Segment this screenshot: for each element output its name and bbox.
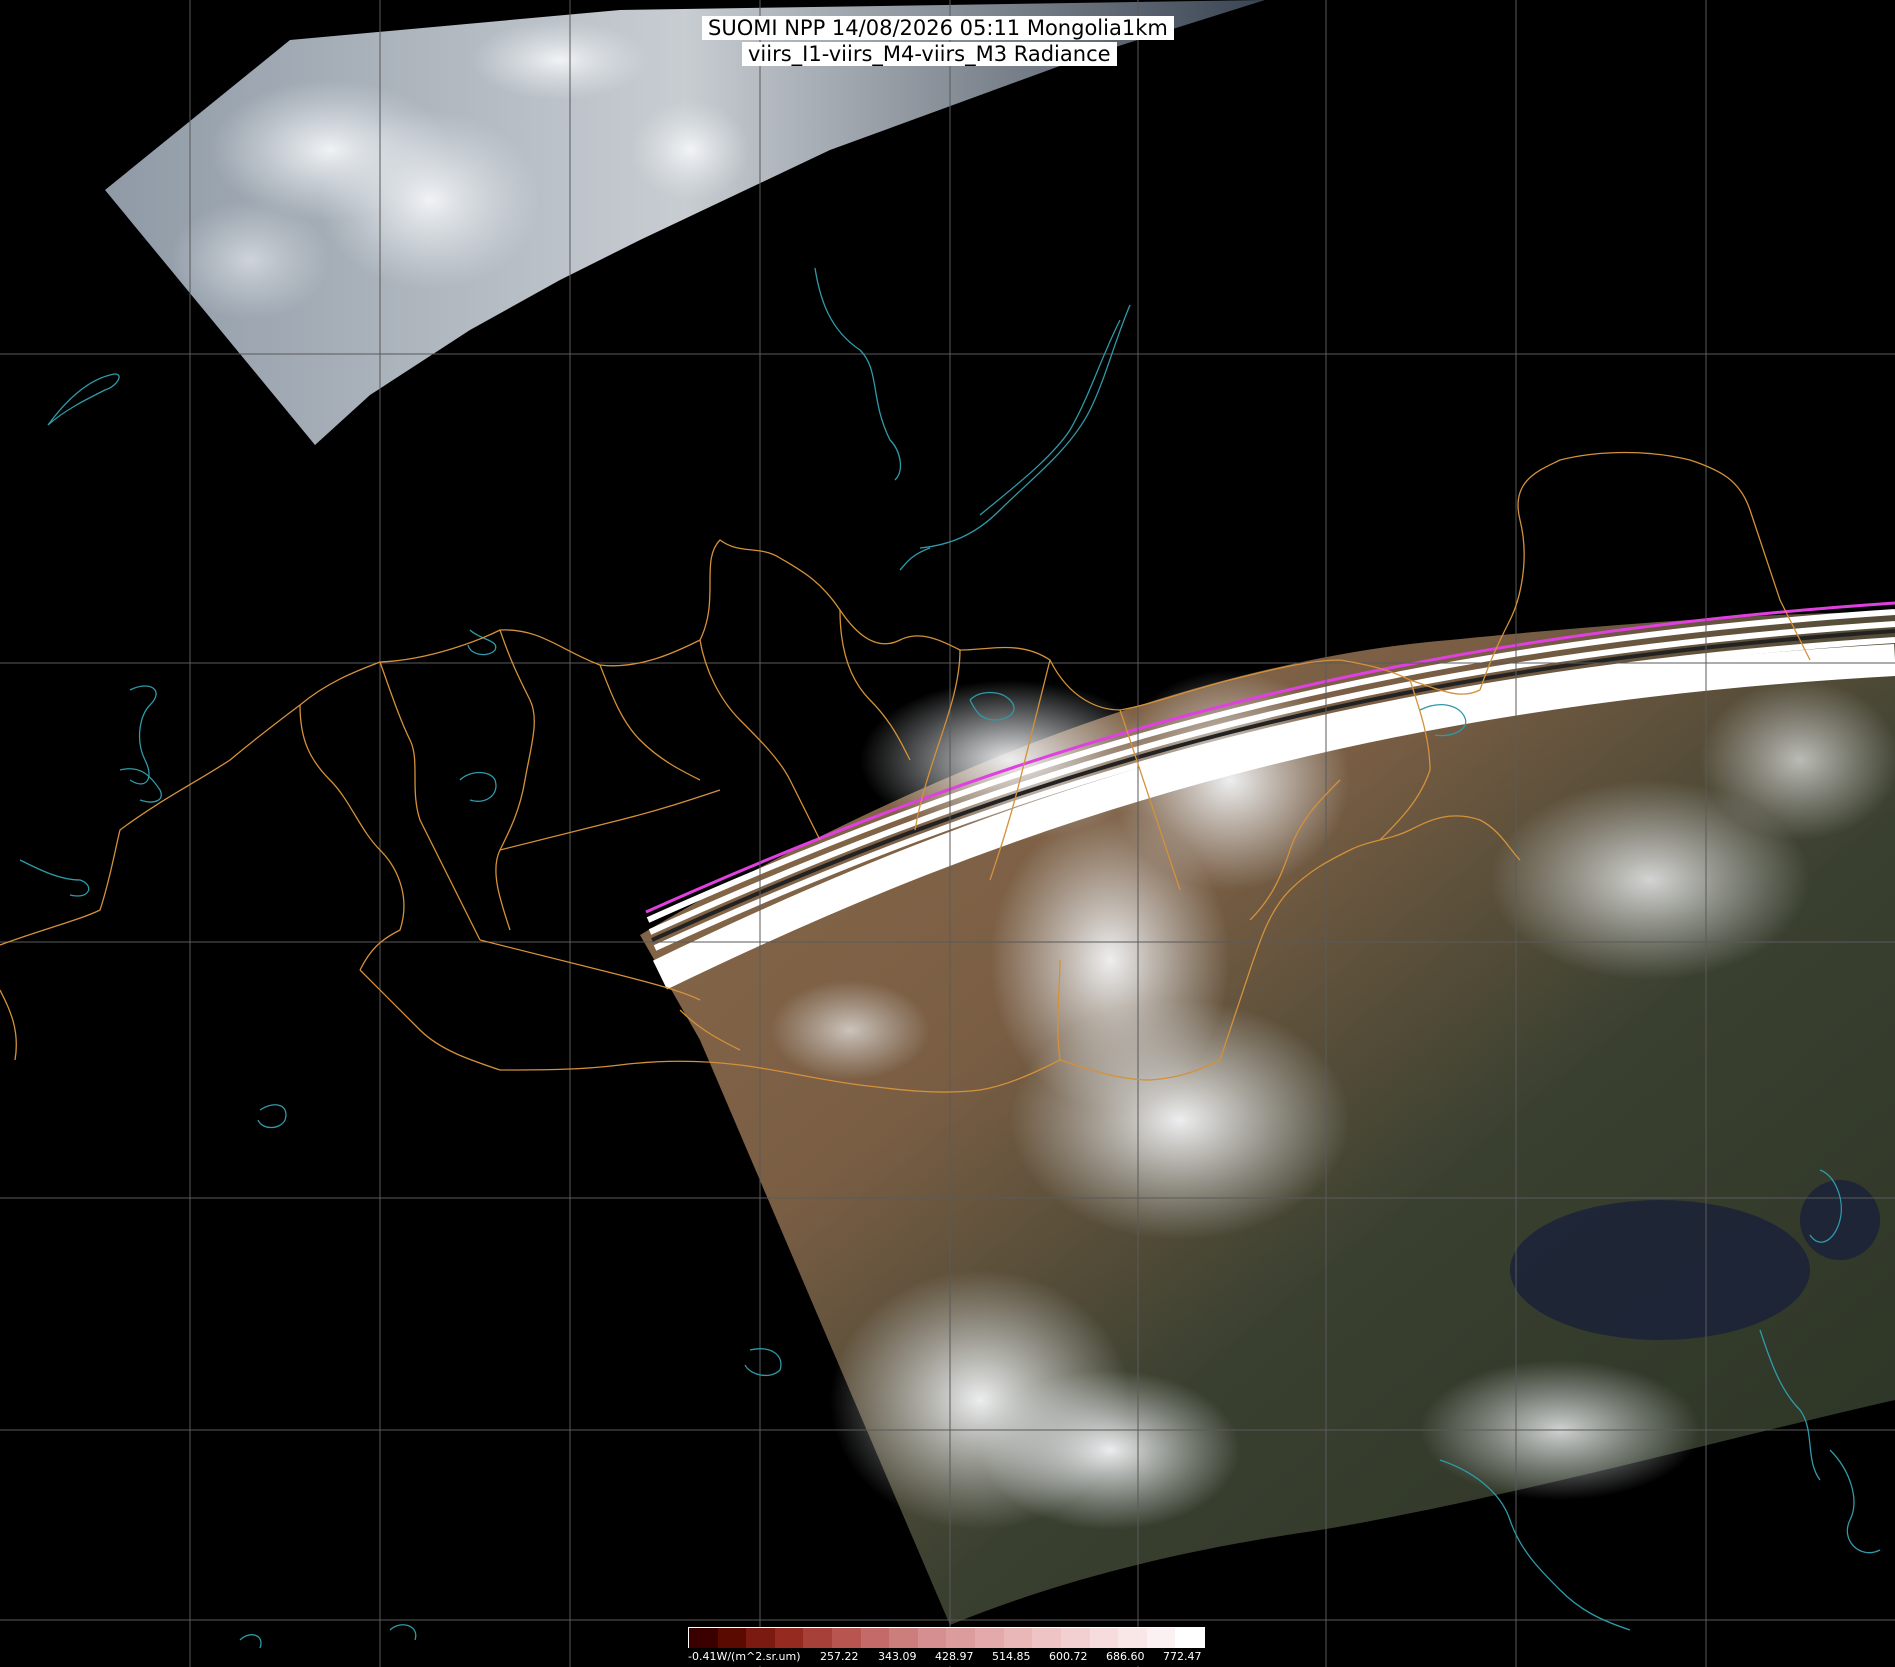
colorbar-swatch [860, 1628, 890, 1648]
colorbar-tick-label: 514.85 [992, 1650, 1031, 1663]
colorbar-swatch [946, 1628, 976, 1648]
colorbar-swatch [1089, 1628, 1119, 1648]
colorbar-swatch [975, 1628, 1004, 1648]
map-title-line-2: viirs_I1-viirs_M4-viirs_M3 Radiance [742, 42, 1117, 66]
upper-swath [105, 0, 1265, 445]
colorbar-swatch [917, 1628, 947, 1648]
colorbar-swatch [889, 1628, 918, 1648]
colorbar-swatch [774, 1628, 804, 1648]
colorbar-swatch [1032, 1628, 1061, 1648]
satellite-map [0, 0, 1895, 1667]
colorbar-tick-label: 772.47 [1163, 1650, 1202, 1663]
colorbar [688, 1627, 1205, 1649]
colorbar-swatch [803, 1628, 833, 1648]
colorbar-swatch [1118, 1628, 1147, 1648]
colorbar-tick-label: 686.60 [1106, 1650, 1145, 1663]
colorbar-tick-label: 257.22 [820, 1650, 859, 1663]
colorbar-tick-label: 428.97 [935, 1650, 974, 1663]
colorbar-swatch [1003, 1628, 1033, 1648]
colorbar-unit-label: -0.41W/(m^2.sr.um) [688, 1650, 801, 1663]
colorbar-swatch [832, 1628, 861, 1648]
colorbar-swatch [689, 1628, 718, 1648]
colorbar-swatch [1146, 1628, 1176, 1648]
colorbar-swatch [1060, 1628, 1090, 1648]
colorbar-swatch [717, 1628, 747, 1648]
map-title-line-1: SUOMI NPP 14/08/2026 05:11 Mongolia1km [702, 16, 1174, 40]
colorbar-labels: -0.41W/(m^2.sr.um) 257.22 343.09 428.97 … [684, 1648, 1244, 1666]
colorbar-tick-label: 600.72 [1049, 1650, 1088, 1663]
colorbar-tick-label: 343.09 [878, 1650, 917, 1663]
colorbar-swatch [1175, 1628, 1204, 1648]
colorbar-swatch [746, 1628, 775, 1648]
